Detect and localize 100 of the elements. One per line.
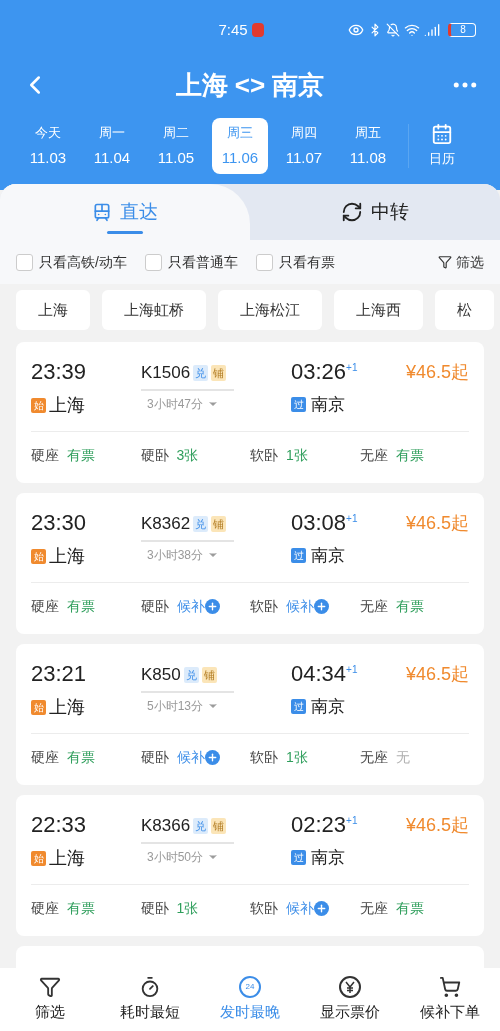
train-number: K8366 (141, 815, 191, 837)
seat-availability: 候补 (176, 748, 205, 767)
depart-time: 22:33 (31, 813, 88, 837)
route-title: 上海 <> 南京 (174, 68, 326, 102)
origin-station: 上海 (49, 847, 85, 870)
origin-station: 上海 (49, 394, 85, 417)
train-tag: 铺 (201, 666, 217, 683)
transfer-icon (341, 201, 363, 223)
train-number: K1506 (141, 362, 191, 384)
depart-time: 23:39 (31, 360, 88, 384)
pass-badge: 过 (291, 850, 306, 866)
seat-type: 软卧 (250, 446, 278, 465)
eye-icon (348, 22, 364, 38)
filter-checkbox[interactable]: 只看普通车 (144, 251, 238, 273)
station-chip[interactable]: 上海西 (334, 290, 423, 330)
seat-availability: 1张 (176, 899, 199, 918)
price: ¥46.5起 (405, 663, 469, 686)
seat-availability: 有票 (67, 748, 95, 767)
add-icon[interactable] (204, 750, 220, 765)
day-offset: +1 (346, 512, 358, 524)
train-tag: 兑 (193, 364, 209, 381)
yuan-icon (339, 975, 361, 998)
sort-tab[interactable]: 显示票价 (300, 975, 400, 1024)
add-icon[interactable] (314, 901, 329, 916)
battery-icon: 8 (448, 23, 476, 37)
seat-type: 无座 (359, 446, 388, 465)
route-tab[interactable]: 中转 (250, 184, 500, 240)
train-tag: 兑 (193, 817, 209, 834)
price: ¥46.5起 (405, 361, 469, 384)
trip-duration: 3小时47分 (147, 395, 204, 413)
seat-type: 硬座 (31, 446, 59, 465)
filter-icon (438, 255, 452, 269)
pass-badge: 过 (291, 699, 306, 715)
seat-type: 软卧 (250, 899, 278, 918)
train-icon (92, 202, 112, 222)
seat-availability: 候补 (176, 597, 205, 616)
filter-icon (39, 975, 61, 998)
trip-duration: 5小时13分 (147, 697, 204, 715)
sort-tab[interactable]: 耗时最短 (100, 975, 200, 1024)
price: ¥46.5起 (405, 512, 469, 535)
timer-icon (139, 975, 161, 998)
destination-station: 南京 (311, 545, 345, 567)
cart-icon (439, 975, 461, 998)
train-tag: 兑 (183, 666, 199, 683)
calendar-icon (431, 123, 453, 146)
filter-button[interactable]: 筛选 (438, 251, 484, 273)
destination-station: 南京 (311, 394, 345, 416)
depart-time: 23:30 (31, 511, 88, 535)
add-icon[interactable] (204, 599, 220, 614)
seat-type: 无座 (359, 597, 388, 616)
signal-icon (424, 22, 440, 38)
train-number: K850 (141, 664, 181, 686)
station-chip[interactable]: 上海虹桥 (102, 290, 206, 330)
clock-icon: 24 (239, 975, 261, 998)
seat-availability: 1张 (286, 748, 308, 767)
trip-duration: 3小时50分 (147, 848, 204, 866)
bell-off-icon (386, 23, 400, 37)
station-chip[interactable]: 上海 (16, 290, 90, 330)
status-time: 7:45 (218, 19, 248, 40)
filter-checkbox[interactable]: 只看有票 (255, 251, 335, 273)
seat-availability: 有票 (67, 597, 95, 616)
train-tag: 铺 (211, 515, 227, 532)
price: ¥46.5起 (405, 814, 469, 837)
destination-station: 南京 (311, 847, 345, 869)
pass-badge: 过 (291, 548, 306, 564)
seat-type: 软卧 (250, 748, 278, 767)
train-tag: 兑 (193, 515, 209, 532)
arrive-time: 02:23 (291, 813, 347, 837)
origin-station: 上海 (49, 696, 85, 719)
filter-checkbox[interactable]: 只看高铁/动车 (16, 251, 127, 273)
seat-availability: 有票 (67, 446, 95, 465)
seat-availability: 有票 (395, 597, 424, 616)
train-tag: 铺 (211, 364, 227, 381)
sort-tab[interactable]: 候补下单 (400, 975, 500, 1024)
day-offset: +1 (346, 814, 358, 826)
origin-badge: 始 (31, 851, 46, 866)
seat-type: 硬卧 (140, 597, 169, 616)
station-chip[interactable]: 松 (435, 290, 494, 330)
seat-type: 硬卧 (140, 748, 169, 767)
day-offset: +1 (346, 663, 358, 675)
arrive-time: 04:34 (291, 662, 347, 686)
seat-type: 无座 (359, 748, 388, 767)
sort-tab[interactable]: 筛选 (0, 975, 100, 1024)
arrive-time: 03:26 (291, 360, 347, 384)
station-chip[interactable]: 上海松江 (218, 290, 322, 330)
seat-availability: 有票 (395, 446, 424, 465)
trip-duration: 3小时38分 (147, 546, 204, 564)
seat-availability: 1张 (286, 446, 308, 465)
add-icon[interactable] (314, 599, 329, 614)
seat-availability: 有票 (395, 899, 424, 918)
depart-time: 23:21 (31, 662, 88, 686)
sort-tab[interactable]: 24 发时最晚 (200, 975, 300, 1024)
notification-icon (251, 23, 264, 37)
seat-type: 硬卧 (140, 899, 169, 918)
seat-type: 硬座 (31, 748, 59, 767)
seat-type: 硬卧 (140, 446, 169, 465)
seat-availability: 无 (395, 748, 410, 767)
train-tag: 铺 (211, 817, 227, 834)
arrive-time: 03:08 (291, 511, 347, 535)
wifi-icon (404, 22, 420, 38)
